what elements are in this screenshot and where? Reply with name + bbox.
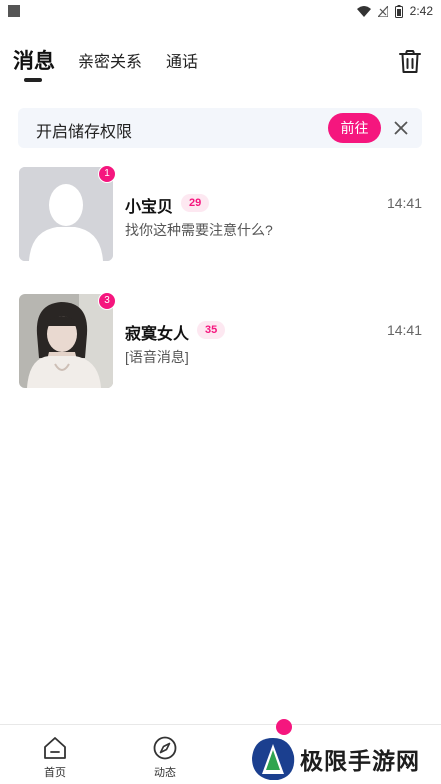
avatar[interactable] (19, 167, 113, 261)
tab-messages[interactable]: 消息 (13, 45, 55, 75)
conversation-item[interactable]: 1 小宝贝 29 14:41 找你这种需要注意什么? (0, 165, 441, 267)
avatar[interactable] (19, 294, 113, 388)
nav-item-home[interactable]: 首页 (25, 735, 85, 780)
watermark: 极限手游网 (250, 734, 440, 784)
close-icon[interactable] (392, 119, 410, 137)
age-badge: 35 (197, 321, 226, 339)
conversation-item[interactable]: 3 寂寞女人 35 14:41 [语音消息] (0, 292, 441, 394)
age-badge: 29 (181, 194, 210, 212)
tab-calls[interactable]: 通话 (166, 48, 198, 72)
default-avatar-silhouette (19, 167, 113, 261)
nav-label: 首页 (44, 767, 66, 779)
wifi-icon (356, 5, 371, 17)
home-icon (44, 737, 66, 759)
message-preview: [语音消息] (125, 349, 189, 365)
compass-icon (153, 736, 177, 760)
message-preview: 找你这种需要注意什么? (125, 222, 273, 238)
message-time: 14:41 (386, 322, 422, 338)
tab-intimacy[interactable]: 亲密关系 (78, 48, 142, 72)
status-time: 2:42 (409, 4, 433, 18)
watermark-text: 极限手游网 (300, 748, 420, 774)
contact-name: 寂寞女人 (125, 326, 190, 343)
notification-icon (8, 5, 20, 17)
header: 消息 亲密关系 通话 (0, 40, 441, 90)
signal-icon (377, 5, 388, 17)
profile-photo (19, 294, 113, 388)
watermark-logo-icon (252, 738, 295, 780)
status-bar: 2:42 (0, 0, 441, 22)
status-icons: 2:42 (356, 4, 433, 18)
nav-item-moments[interactable]: 动态 (135, 735, 195, 780)
trash-icon[interactable] (399, 50, 421, 74)
unread-badge: 3 (98, 292, 116, 310)
go-button[interactable]: 前往 (328, 113, 381, 143)
banner-text: 开启储存权限 (36, 124, 133, 141)
tab-indicator (24, 78, 42, 82)
storage-permission-banner: 开启储存权限 前往 (18, 108, 422, 148)
nav-label: 动态 (154, 767, 176, 779)
nav-notification-dot (276, 719, 292, 735)
contact-name: 小宝贝 (125, 199, 174, 216)
battery-icon (394, 4, 403, 18)
message-time: 14:41 (386, 195, 422, 211)
unread-badge: 1 (98, 165, 116, 183)
